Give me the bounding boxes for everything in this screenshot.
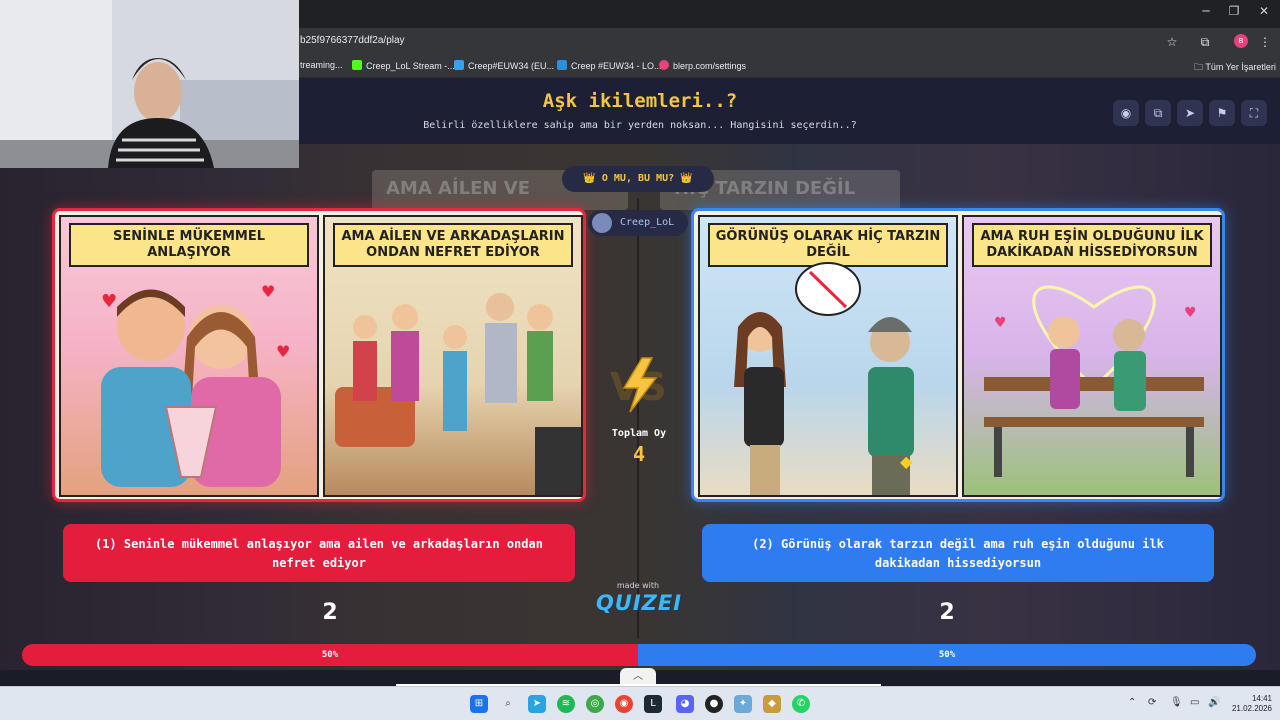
option-card-right[interactable]: GÖRÜNÜŞ OLARAK HİÇ TARZIN DEĞİL ◆ AMA RU [691, 208, 1225, 502]
sync-icon[interactable]: ⟳ [1148, 697, 1156, 708]
svg-text:♥: ♥ [276, 342, 290, 361]
taskbar: ⊞ ⌕ ➤ ≋ ◎ ◉ L ◕ ● ✦ ◆ ✆ ⌃ ⟳ 🎙 ▭ 🔊 14:41 … [0, 686, 1280, 720]
owl-app-icon[interactable]: ◎ [586, 695, 604, 713]
clock-date: 21.02.2026 [1231, 704, 1272, 713]
blerp-icon [659, 60, 669, 70]
search-icon[interactable]: ⌕ [499, 695, 517, 713]
quizei-logo[interactable]: QUIZEI [594, 591, 684, 615]
comic-panel: GÖRÜNÜŞ OLARAK HİÇ TARZIN DEĞİL ◆ [698, 215, 958, 497]
chrome-icon[interactable]: ◉ [615, 695, 633, 713]
total-votes-value: 4 [632, 442, 646, 466]
network-icon[interactable]: ▭ [1190, 697, 1199, 708]
bookmark-item[interactable]: blerp.com/settings [659, 60, 746, 71]
bookmark-item[interactable]: Creep_LoL Stream -... [352, 60, 455, 71]
folder-icon: 🗀 [1194, 62, 1206, 72]
streamer-pill: Creep_LoL [588, 210, 688, 236]
vote-count-left: 2 [322, 600, 338, 625]
vote-count-right: 2 [939, 600, 955, 625]
discord-icon[interactable]: ◕ [676, 695, 694, 713]
bookmark-item[interactable]: Creep #EUW34 - LO... [557, 60, 662, 71]
comic-panel: AMA RUH EŞİN OLDUĞUNU İLK DAKİKADAN HİSS… [962, 215, 1222, 497]
whatsapp-icon[interactable]: ✆ [792, 695, 810, 713]
svg-text:♥: ♥ [101, 291, 117, 312]
svg-text:♥: ♥ [994, 315, 1007, 331]
family-illustration [335, 293, 581, 495]
all-bookmarks[interactable]: 🗀 Tüm Yer İşaretleri [1194, 60, 1276, 76]
bookmark-item[interactable]: Creep#EUW34 (EU... [454, 60, 554, 71]
restore-icon[interactable]: ❐ [1218, 4, 1250, 18]
vs-lightning-icon: VS [610, 357, 667, 413]
app-icon[interactable]: ✦ [734, 695, 752, 713]
league-icon[interactable]: L [644, 695, 662, 713]
clock-time: 14:41 [1251, 694, 1272, 703]
svg-text:♥: ♥ [261, 282, 275, 301]
svg-text:◆: ◆ [900, 452, 913, 471]
menu-icon[interactable]: ⋮ [1256, 33, 1274, 51]
fullscreen-icon[interactable]: ⛶ [1241, 100, 1267, 126]
divider [637, 198, 639, 638]
made-with-label: made with [616, 581, 660, 590]
mode-badge: 👑 O MU, BU MU? 👑 [562, 166, 714, 192]
volume-icon[interactable]: 🔊 [1208, 697, 1220, 708]
extensions-icon[interactable]: ⧉ [1196, 33, 1214, 51]
option-button-right[interactable]: (2) Görünüş olarak tarzın değil ama ruh … [702, 524, 1214, 582]
url-field[interactable]: b25f9766377ddf2a/play [300, 35, 405, 46]
option-card-left[interactable]: SENİNLE MÜKEMMEL ANLAŞIYOR ♥ ♥ ♥ AMA AİL… [52, 208, 586, 502]
total-votes-label: Toplam Oy [611, 428, 667, 439]
riot-client-icon[interactable]: ◆ [763, 695, 781, 713]
chevron-up-icon[interactable]: ⌃ [1128, 697, 1136, 708]
quiz-page: AMA AİLEN VE HİÇ TARZIN DEĞİL Aşk ikilem… [0, 78, 1280, 686]
obs-icon[interactable]: ● [705, 695, 723, 713]
option-button-left[interactable]: (1) Seninle mükemmel anlaşıyor ama ailen… [63, 524, 575, 582]
comic-panel: SENİNLE MÜKEMMEL ANLAŞIYOR ♥ ♥ ♥ [59, 215, 319, 497]
streamer-camera-image [0, 0, 299, 168]
telegram-icon[interactable]: ➤ [528, 695, 546, 713]
streamer-name: Creep_LoL [620, 217, 675, 228]
microphone-icon[interactable]: 🎙 [1170, 697, 1183, 708]
spotify-icon[interactable]: ≋ [557, 695, 575, 713]
webcam-overlay [0, 0, 299, 168]
avatar [592, 213, 612, 233]
league-icon [454, 60, 464, 70]
clock[interactable]: 14:41 21.02.2026 [1226, 694, 1272, 714]
bench-illustration: ♥ ♥ [984, 285, 1204, 477]
result-bar-right: 50% [638, 644, 1256, 666]
svg-text:♥: ♥ [1184, 305, 1197, 321]
start-icon[interactable]: ⊞ [470, 695, 488, 713]
star-icon[interactable]: ☆ [1163, 33, 1181, 51]
woman-and-man-illustration: ◆ [734, 262, 914, 495]
eye-icon[interactable]: ◉ [1113, 100, 1139, 126]
copy-icon[interactable]: ⧉ [1145, 100, 1171, 126]
kick-icon [352, 60, 362, 70]
profile-avatar[interactable]: B [1234, 34, 1248, 48]
deeplol-icon [557, 60, 567, 70]
screen: ─ ❐ ✕ b25f9766377ddf2a/play ☆ ⧉ ⋮ B trea… [0, 0, 1280, 720]
comic-panel: AMA AİLEN VE ARKADAŞLARIN ONDAN NEFRET E… [323, 215, 583, 497]
flag-icon[interactable]: ⚑ [1209, 100, 1235, 126]
close-icon[interactable]: ✕ [1248, 4, 1280, 18]
couple-illustration: ♥ ♥ ♥ [101, 282, 290, 487]
bookmark-item[interactable]: treaming... [300, 60, 343, 70]
result-bar-left: 50% [22, 644, 638, 666]
share-icon[interactable]: ➤ [1177, 100, 1203, 126]
